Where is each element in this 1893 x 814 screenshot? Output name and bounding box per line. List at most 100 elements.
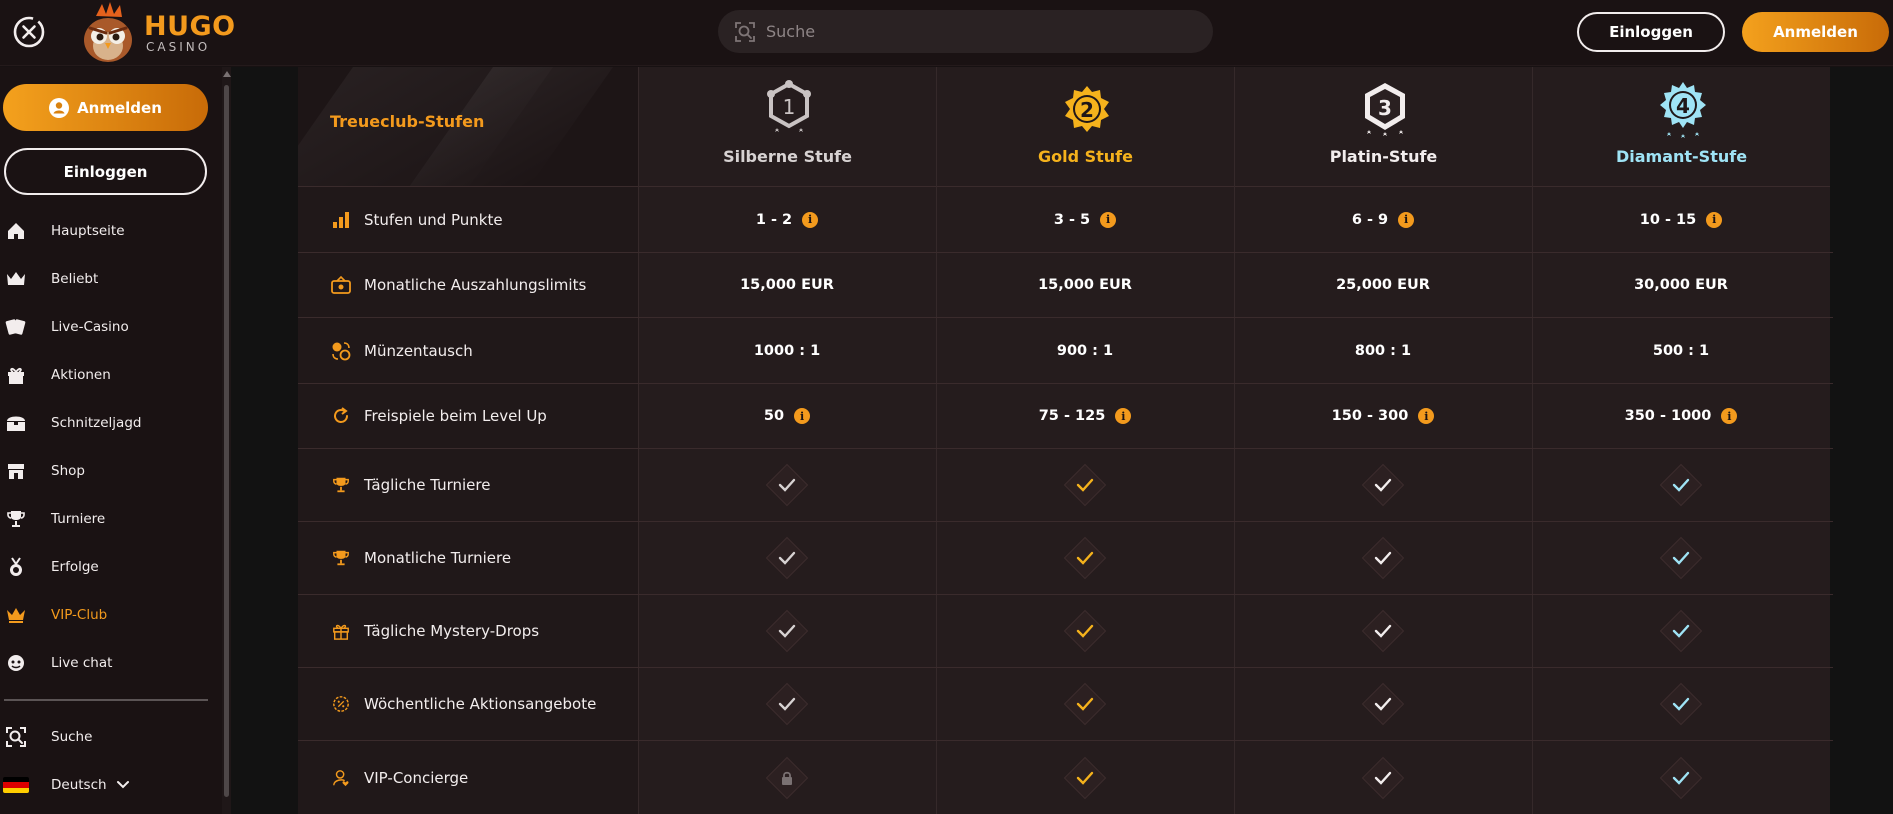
table-cell xyxy=(638,449,936,521)
logo-name: HUGO xyxy=(144,11,236,42)
table-cell xyxy=(1532,668,1830,740)
check-icon xyxy=(1361,463,1405,507)
table-cell: 3 - 5i xyxy=(936,187,1234,252)
table-row-mystery-drops: Tägliche Mystery-Drops xyxy=(298,595,1833,668)
sidebar-item-suche[interactable]: Suche xyxy=(0,717,210,757)
lock-icon xyxy=(765,756,809,799)
check-icon xyxy=(1361,536,1405,580)
info-icon[interactable]: i xyxy=(1100,211,1117,228)
tier-header: 3 Platin-Stufe xyxy=(1235,67,1532,187)
trophy-icon xyxy=(330,474,352,496)
table-cell: 900 : 1 xyxy=(1056,342,1114,359)
sidebar-login-button[interactable]: Einloggen xyxy=(4,148,207,195)
owl-mascot-icon xyxy=(84,2,132,62)
info-icon[interactable]: i xyxy=(1398,211,1415,228)
tier-name: Diamant-Stufe xyxy=(1615,147,1748,166)
table-cell xyxy=(1532,595,1830,667)
gift-icon xyxy=(4,363,28,387)
table-row-auszahlungslimits: Monatliche Auszahlungslimits 15,000 EUR … xyxy=(298,253,1833,318)
svg-text:4: 4 xyxy=(1676,94,1690,118)
check-icon xyxy=(1063,756,1107,799)
sidebar-item-schnitzeljagd[interactable]: Schnitzeljagd xyxy=(0,403,210,443)
silver-tier-badge-icon: 1 xyxy=(767,80,811,132)
logo-subtitle: CASINO xyxy=(146,40,211,54)
check-icon xyxy=(765,463,809,507)
sidebar-item-vip-club[interactable]: VIP-Club xyxy=(0,595,210,635)
check-icon xyxy=(765,536,809,580)
check-icon xyxy=(1361,682,1405,726)
sidebar-item-label: VIP-Club xyxy=(51,607,108,623)
sidebar-divider xyxy=(4,699,208,701)
tier-name: Gold Stufe xyxy=(1037,147,1133,166)
tier-name: Silberne Stufe xyxy=(723,147,852,166)
info-icon[interactable]: i xyxy=(1706,211,1723,228)
sidebar-item-turniere[interactable]: Turniere xyxy=(0,499,210,539)
sidebar-scrollbar[interactable] xyxy=(222,67,231,814)
row-label: Tägliche Turniere xyxy=(330,449,490,521)
table-cell xyxy=(638,595,936,667)
info-icon[interactable]: i xyxy=(794,408,811,424)
sidebar-item-shop[interactable]: Shop xyxy=(0,451,210,491)
german-flag-icon xyxy=(3,777,29,793)
table-cell xyxy=(936,595,1234,667)
sidebar-item-erfolge[interactable]: Erfolge xyxy=(0,547,210,587)
language-selector[interactable]: Deutsch xyxy=(0,765,210,805)
search-bar[interactable] xyxy=(718,10,1213,53)
svg-text:3: 3 xyxy=(1378,96,1392,120)
chevron-down-icon xyxy=(117,781,129,789)
tier-header: 4 Diamant-Stufe xyxy=(1533,67,1830,187)
table-cell xyxy=(936,522,1234,594)
header-register-button[interactable]: Anmelden xyxy=(1742,12,1889,52)
check-icon xyxy=(1659,536,1703,580)
check-icon xyxy=(1063,682,1107,726)
header-login-button[interactable]: Einloggen xyxy=(1577,12,1725,52)
chat-icon xyxy=(4,651,28,675)
sidebar-item-label: Beliebt xyxy=(51,271,99,287)
table-cell: 10 - 15 i xyxy=(1532,187,1830,252)
info-icon[interactable]: i xyxy=(802,211,819,228)
table-row-taegliche-turniere: Tägliche Turniere xyxy=(298,449,1833,522)
row-label: Tägliche Mystery-Drops xyxy=(330,595,539,667)
table-cell: 350 - 1000 i xyxy=(1532,384,1830,448)
coin-exchange-icon xyxy=(330,340,352,362)
check-icon xyxy=(765,609,809,653)
row-label: Stufen und Punkte xyxy=(330,187,503,252)
refresh-icon xyxy=(330,405,352,427)
table-cell xyxy=(1234,668,1532,740)
table-cell: 150 - 300 i xyxy=(1234,384,1532,448)
svg-text:2: 2 xyxy=(1080,98,1094,122)
sidebar-item-label: Shop xyxy=(51,463,85,479)
check-icon xyxy=(1361,609,1405,653)
info-icon[interactable]: i xyxy=(1418,408,1435,424)
check-icon xyxy=(1063,609,1107,653)
row-label: Wöchentliche Aktionsangebote xyxy=(330,668,596,740)
sidebar-scrollbar-thumb[interactable] xyxy=(224,85,229,797)
table-title: Treueclub-Stufen xyxy=(330,112,485,131)
sidebar-item-live-chat[interactable]: Live chat xyxy=(0,643,210,683)
treasure-chest-icon xyxy=(4,411,28,435)
row-label: Freispiele beim Level Up xyxy=(330,384,547,448)
table-row-freispiele: Freispiele beim Level Up 50 i 75 - 125 i 1… xyxy=(298,384,1833,449)
sidebar-item-live-casino[interactable]: Live-Casino xyxy=(0,307,210,347)
sidebar-item-aktionen[interactable]: Aktionen xyxy=(0,355,210,395)
sidebar-item-hauptseite[interactable]: Hauptseite xyxy=(0,211,210,251)
shop-icon xyxy=(4,459,28,483)
info-icon[interactable]: i xyxy=(1721,408,1738,424)
info-icon[interactable]: i xyxy=(1115,408,1132,424)
svg-text:1: 1 xyxy=(783,95,796,119)
close-menu-button[interactable] xyxy=(11,14,47,50)
scroll-up-arrow-icon[interactable] xyxy=(223,71,231,77)
table-cell: 50 i xyxy=(638,384,936,448)
table-cell xyxy=(1234,741,1532,814)
hugo-casino-logo[interactable]: HUGO CASINO xyxy=(76,2,236,66)
sidebar-register-button[interactable]: Anmelden xyxy=(3,84,208,131)
check-icon xyxy=(1659,463,1703,507)
table-cell: 6 - 9i xyxy=(1234,187,1532,252)
table-row-vip-concierge: VIP-Concierge xyxy=(298,741,1833,814)
sidebar-item-beliebt[interactable]: Beliebt xyxy=(0,259,210,299)
search-input[interactable] xyxy=(766,22,1186,41)
check-icon xyxy=(1659,609,1703,653)
table-cell: 25,000 EUR xyxy=(1336,277,1430,293)
table-cell xyxy=(1532,449,1830,521)
table-cell xyxy=(936,449,1234,521)
